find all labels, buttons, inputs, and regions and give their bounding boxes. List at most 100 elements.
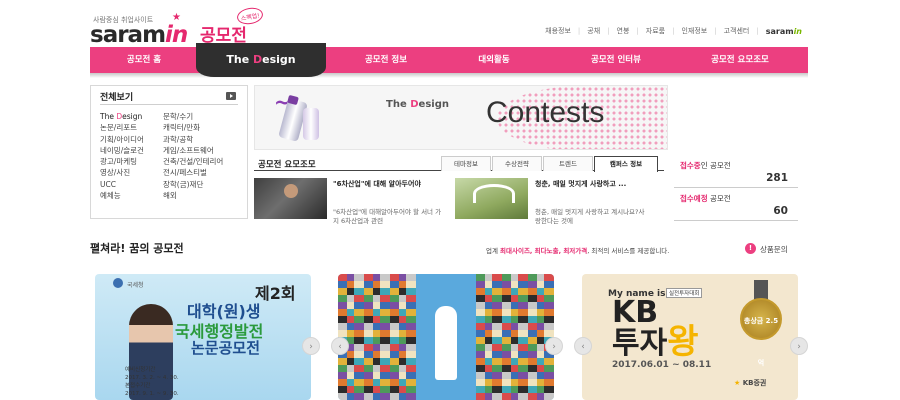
book-spine xyxy=(338,281,416,288)
news-thumbnail[interactable] xyxy=(254,178,327,219)
card-title-line-4: 논문공모전 xyxy=(191,339,261,357)
featured-card-books[interactable] xyxy=(338,274,554,400)
banner-sub-suffix: esign xyxy=(418,99,449,110)
top-brand-in: in xyxy=(793,26,802,36)
product-inquiry-link[interactable]: 상품문의 xyxy=(760,244,788,255)
carousel-prev-icon[interactable]: ‹ xyxy=(574,337,592,355)
category-item[interactable]: 네이밍/슬로건 xyxy=(100,145,144,156)
promo-highlight: 최대사이즈, 최다노출, 최저가격 xyxy=(500,247,588,255)
book-spine xyxy=(338,372,416,379)
nav-contest-home[interactable]: 공모전 홈 xyxy=(96,47,192,73)
category-item[interactable]: UCC xyxy=(100,179,144,190)
book-spine xyxy=(476,372,554,379)
category-column-1: The Design 논문/리포트 기획/아이디어 네이밍/슬로건 광고/마케팅… xyxy=(100,111,144,201)
top-link-resources[interactable]: 자료룸 xyxy=(639,26,672,36)
carousel-next-icon[interactable]: › xyxy=(545,337,563,355)
card-kb-title: KB xyxy=(612,295,659,330)
nav-the-design[interactable]: The Design xyxy=(196,43,326,77)
section-title: 공모전 요모조모 xyxy=(258,160,316,170)
book-spine xyxy=(338,344,416,351)
category-item[interactable]: 문학/수기 xyxy=(163,111,223,122)
nav-activities[interactable]: 대외활동 xyxy=(448,47,540,73)
upcoming-label-suffix: 공모전 xyxy=(707,194,731,203)
nav-contest-info[interactable]: 공모전 정보 xyxy=(336,47,436,73)
news-description: "6차산업"에 대해알아두어야 할 서너 가지 6차산업과 관련 xyxy=(333,208,442,225)
banner-sub-prefix: The xyxy=(386,99,411,110)
category-divider xyxy=(100,104,238,105)
book-spine xyxy=(338,365,416,372)
carousel-next-icon[interactable]: › xyxy=(790,337,808,355)
category-item[interactable]: 과학/공학 xyxy=(163,134,223,145)
book-spine xyxy=(476,330,554,337)
promo-text: 업계 최대사이즈, 최다노출, 최저가격, 최적의 서비스를 제공합니다. xyxy=(486,245,669,255)
tab-award-strategy[interactable]: 수상전략 xyxy=(492,156,542,171)
logo-brand-in: in xyxy=(165,22,188,48)
book-spine xyxy=(476,358,554,365)
category-title: 전체보기 xyxy=(100,93,134,103)
carousel-prev-icon[interactable]: ‹ xyxy=(331,337,349,355)
book-spine xyxy=(476,281,554,288)
book-spine xyxy=(476,316,554,323)
category-item[interactable]: 예체능 xyxy=(100,190,144,201)
tab-campus-info[interactable]: 캠퍼스 정보 xyxy=(594,156,658,172)
play-more-icon[interactable] xyxy=(226,92,236,100)
news-thumbnail[interactable] xyxy=(455,178,528,219)
book-spine xyxy=(338,274,416,281)
tab-trend[interactable]: 트렌드 xyxy=(543,156,593,171)
category-item[interactable]: 논문/리포트 xyxy=(100,122,144,133)
category-item[interactable]: 장학(금)재단 xyxy=(163,179,223,190)
category-item[interactable]: 건축/건설/인테리어 xyxy=(163,156,223,167)
category-item[interactable]: 전시/페스티벌 xyxy=(163,167,223,178)
book-spine xyxy=(476,393,554,400)
category-item[interactable]: 광고/마케팅 xyxy=(100,156,144,167)
card-tag: 실전투자대회 xyxy=(666,288,703,298)
ongoing-label-prefix: 접수중 xyxy=(680,161,701,170)
category-item[interactable]: 해외 xyxy=(163,190,223,201)
ongoing-count-value: 281 xyxy=(766,172,788,184)
banner-title: Contests xyxy=(486,96,605,129)
book-spine xyxy=(476,337,554,344)
info-icon[interactable]: ! xyxy=(745,243,756,254)
book-spine xyxy=(338,295,416,302)
book-spine xyxy=(338,288,416,295)
category-item[interactable]: 캐릭터/만화 xyxy=(163,122,223,133)
top-saramin-logo[interactable]: saramin xyxy=(759,27,802,36)
category-item[interactable]: 게임/소프트웨어 xyxy=(163,145,223,156)
top-link-public[interactable]: 공채 xyxy=(580,26,607,36)
tab-theme-info[interactable]: 테마정보 xyxy=(441,156,491,171)
top-link-talent[interactable]: 인재정보 xyxy=(674,26,714,36)
card-dates: 예비신청기간 2017. 3. 2. ~ 4. 30. 본접수기간 2017. … xyxy=(125,366,179,398)
nav-interview[interactable]: 공모전 인터뷰 xyxy=(560,47,672,73)
count-divider xyxy=(674,220,798,221)
carousel-next-icon[interactable]: › xyxy=(302,337,320,355)
featured-heading: 펼쳐라! 꿈의 공모전 xyxy=(90,242,184,255)
book-spine xyxy=(338,351,416,358)
card-date-line: 2017. 3. 2. ~ 4. 30. xyxy=(125,375,179,381)
featured-card-kb-investment[interactable]: My name is 실전투자대회 KB 투자왕 2017.06.01 ~ 08… xyxy=(582,274,798,400)
medal-ribbon xyxy=(754,280,768,300)
category-item[interactable]: 영상/사진 xyxy=(100,167,144,178)
logo-brand: saram xyxy=(90,22,166,48)
card-wang-b: 왕 xyxy=(667,322,699,362)
upcoming-count-label[interactable]: 접수예정 공모전 xyxy=(680,193,731,204)
book-spine xyxy=(338,358,416,365)
card-date-line: 본접수기간 xyxy=(125,383,151,389)
kb-logo: ★ KB증권 xyxy=(734,378,766,388)
featured-card-tax-thesis[interactable]: 국세청 제2회 대학(원)생 국세행정발전 논문공모전 예비신청기간 2017.… xyxy=(95,274,311,400)
top-link-salary[interactable]: 연봉 xyxy=(610,26,637,36)
top-brand: saram xyxy=(765,26,794,36)
saramin-logo[interactable]: saramin xyxy=(90,22,188,48)
category-the-design[interactable]: The Design xyxy=(100,111,144,122)
category-design-prefix: The xyxy=(100,112,117,121)
top-link-jobs[interactable]: 채용정보 xyxy=(538,26,578,36)
top-link-support[interactable]: 고객센터 xyxy=(717,26,757,36)
nav-yomojomo[interactable]: 공모전 요모조모 xyxy=(684,47,796,73)
ongoing-count-label[interactable]: 접수중인 공모전 xyxy=(680,160,731,171)
news-title[interactable]: 청춘, 매일 멋지게 사랑하고 ... xyxy=(535,179,626,189)
book-spine xyxy=(476,351,554,358)
book-spine xyxy=(476,323,554,330)
category-item[interactable]: 기획/아이디어 xyxy=(100,134,144,145)
medal-icon: 총상금 2.5억 xyxy=(740,298,782,367)
news-title[interactable]: "6차산업"에 대해 알아두어야 xyxy=(333,179,421,189)
book-spine xyxy=(338,393,416,400)
